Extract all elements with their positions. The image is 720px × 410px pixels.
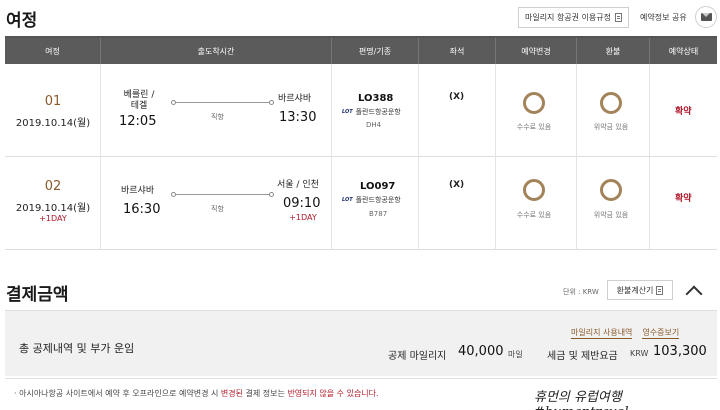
tax-currency: KRW (630, 349, 649, 358)
arrival-time: 09:10 (283, 196, 321, 211)
carrier-name: 폴란드항공운항 (355, 108, 401, 116)
refund-available-icon (600, 179, 622, 201)
tax-value: 103,300 (653, 344, 707, 359)
route-line (176, 102, 269, 103)
change-available-icon (523, 92, 545, 114)
refund-penalty-label: 위약금 있음 (593, 123, 629, 131)
route-end-dot (269, 100, 274, 105)
carrier-name: 폴란드항공운항 (355, 196, 401, 204)
segment-date: 2019.10.14(월) (15, 118, 91, 129)
page-title: 여정 (6, 11, 38, 31)
mileage-history-link[interactable]: 마일리지 사용내역 (571, 327, 633, 339)
column-header: 예약변경 (496, 38, 577, 64)
route-line (176, 194, 269, 195)
departure-time: 16:30 (123, 202, 161, 217)
payment-summary: 총 공제내역 및 부가 운임 마일리지 사용내역 영수증보기 공제 마일리지 4… (5, 310, 717, 376)
flight-number: LO388 (358, 93, 394, 104)
collapse-chevron-icon[interactable] (686, 283, 700, 297)
share-reservation-label: 예약정보 공유 (640, 13, 687, 22)
table-row: 01 2019.10.14(월) 베를린 / 테겔 12:05 직항 바르샤바 … (5, 64, 717, 157)
operating-carrier: LOT 폴란드항공운항 (342, 195, 401, 205)
receipt-link[interactable]: 영수증보기 (642, 327, 680, 339)
notice-highlight: 변경된 (220, 389, 243, 398)
refund-calculator-label: 환불계산기 (616, 285, 654, 295)
change-fee-label: 수수료 있음 (516, 211, 552, 219)
change-available-icon (523, 179, 545, 201)
notice-highlight: 반영되지 않을 수 있습니다. (287, 389, 379, 398)
seat-value: (X) (449, 92, 465, 102)
status-badge: 확약 (675, 107, 692, 117)
departure-city: 바르샤바 (121, 186, 155, 196)
aircraft-type: B787 (369, 210, 388, 218)
change-fee-label: 수수료 있음 (516, 123, 552, 131)
deducted-mileage-value: 40,000 (458, 344, 504, 359)
deduction-summary-label: 총 공제내역 및 부가 운임 (19, 342, 135, 355)
deducted-mileage-label: 공제 마일리지 (388, 351, 447, 362)
departure-city: 베를린 / 테겔 (123, 90, 155, 111)
arrival-city: 서울 / 인천 (277, 180, 319, 190)
seat-value: (X) (449, 180, 465, 190)
aircraft-type: DH4 (366, 121, 382, 129)
column-header: 편명/기종 (332, 38, 419, 64)
table-row: 02 2019.10.14(월) +1DAY 바르샤바 16:30 직항 서울 … (5, 157, 717, 250)
segment-date: 2019.10.14(월) (15, 203, 91, 214)
watermark-text: 휴먼의 유럽여행 #humantravel (534, 390, 628, 410)
refund-calculator-button[interactable]: 환불계산기 (607, 280, 673, 300)
tax-label: 세금 및 제반요금 (547, 351, 618, 362)
segment-number: 02 (44, 179, 62, 194)
arrival-city: 바르샤바 (278, 94, 312, 104)
route-end-dot (269, 192, 274, 197)
direct-flight-label: 직항 (211, 205, 224, 213)
currency-unit-label: 단위 : KRW (563, 288, 599, 296)
column-header: 환불 (577, 38, 650, 64)
document-icon (615, 13, 623, 22)
notice-text: · 아시아나항공 사이트에서 예약 후 오프라인으로 예약변경 시 변경된 결제… (14, 388, 379, 399)
column-header: 좌석 (419, 38, 496, 64)
next-day-label: +1DAY (289, 213, 317, 222)
share-email-button[interactable] (695, 6, 717, 28)
table-header: 여정 출도착시간 편명/기종 좌석 예약변경 환불 예약상태 (5, 38, 717, 64)
column-header: 여정 (5, 38, 101, 64)
departure-time: 12:05 (119, 114, 157, 129)
itinerary-table: 여정 출도착시간 편명/기종 좌석 예약변경 환불 예약상태 01 2019.1… (5, 36, 717, 250)
lot-logo-icon: LOT (342, 109, 353, 115)
lot-logo-icon: LOT (342, 197, 353, 203)
notice-bullet: · (14, 389, 17, 398)
flight-number: LO097 (360, 181, 396, 192)
arrival-time: 13:30 (279, 110, 317, 125)
segment-number: 01 (44, 94, 62, 109)
operating-carrier: LOT 폴란드항공운항 (342, 107, 401, 117)
column-header: 예약상태 (668, 46, 699, 56)
itinerary-header: 여정 마일리지 항공권 이용규정 예약정보 공유 (0, 0, 720, 36)
document-icon (656, 285, 664, 295)
payment-section-title: 결제금액 (6, 285, 69, 305)
mail-icon (700, 13, 712, 21)
refund-available-icon (600, 92, 622, 114)
payment-links: 마일리지 사용내역 영수증보기 (571, 327, 680, 339)
mileage-unit: 마일 (508, 350, 523, 359)
mileage-policy-button[interactable]: 마일리지 항공권 이용규정 (518, 7, 629, 28)
status-badge: 확약 (675, 194, 692, 204)
refund-penalty-label: 위약금 있음 (593, 211, 629, 219)
notice-text-middle: 결제 정보는 (243, 389, 288, 398)
notice-text-start: 아시아나항공 사이트에서 예약 후 오프라인으로 예약변경 시 (19, 389, 221, 398)
next-day-label: +1DAY (39, 214, 67, 223)
column-header: 출도착시간 (101, 38, 332, 64)
direct-flight-label: 직항 (211, 113, 224, 121)
mileage-policy-label: 마일리지 항공권 이용규정 (524, 13, 612, 22)
